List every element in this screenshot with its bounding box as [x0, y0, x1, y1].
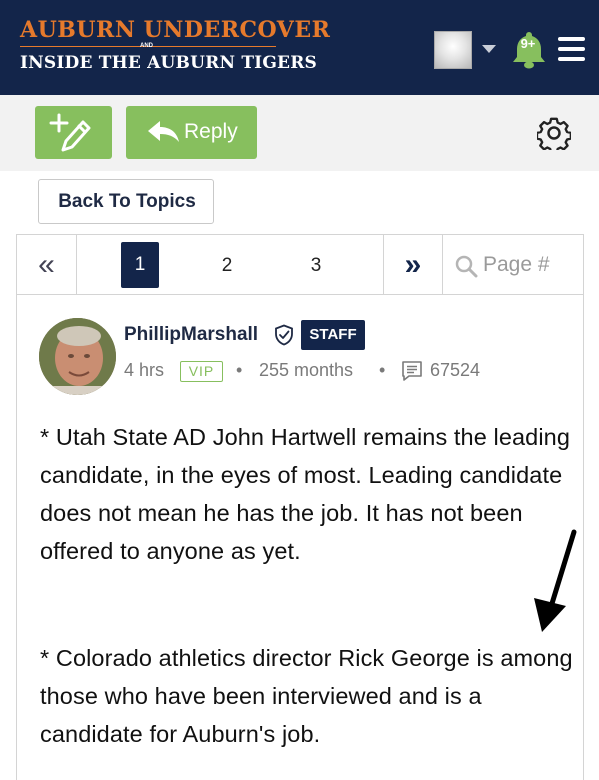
site-logo-and: AND	[140, 43, 153, 49]
meta-separator: •	[379, 360, 386, 380]
pager-divider	[442, 235, 443, 294]
notification-count: 9+	[520, 36, 536, 51]
search-icon	[455, 255, 478, 278]
annotation-arrow-icon	[534, 529, 577, 632]
post-count: 67524	[430, 360, 481, 380]
page-2-link[interactable]: 2	[207, 255, 247, 277]
site-logo-bottom[interactable]: INSIDE THE AUBURN TIGERS	[20, 53, 317, 73]
user-avatar[interactable]	[434, 31, 472, 69]
menu-icon[interactable]	[558, 37, 585, 61]
member-tenure: 255 months	[259, 360, 354, 380]
pagination: « 1 2 3 »	[16, 234, 584, 295]
page-1-current[interactable]: 1	[121, 242, 159, 288]
new-topic-button[interactable]	[35, 106, 112, 159]
post-time[interactable]: 4 hrs	[124, 360, 164, 381]
verified-shield-icon	[275, 324, 293, 346]
reply-icon	[148, 121, 179, 142]
post-count-icon	[402, 361, 422, 381]
meta-separator: •	[236, 360, 243, 380]
vip-badge: VIP	[180, 361, 223, 382]
first-page-button[interactable]: «	[17, 235, 76, 294]
author-photo-image	[39, 318, 116, 395]
page-number-input[interactable]	[483, 249, 578, 281]
gear-icon[interactable]	[537, 116, 571, 150]
last-page-button[interactable]: »	[384, 235, 442, 294]
chevron-down-icon[interactable]	[482, 45, 496, 53]
back-to-topics-button[interactable]: Back To Topics	[38, 179, 214, 224]
page-3-link[interactable]: 3	[296, 255, 336, 277]
site-logo-top[interactable]: AUBURN UNDERCOVER	[20, 17, 330, 43]
post-paragraph: * Utah State AD John Hartwell remains th…	[40, 424, 571, 564]
author-avatar[interactable]	[39, 318, 116, 395]
pager-divider	[76, 235, 77, 294]
site-header: AUBURN UNDERCOVER AND INSIDE THE AUBURN …	[0, 0, 599, 95]
back-to-topics-label: Back To Topics	[58, 191, 196, 212]
new-topic-icon	[49, 113, 91, 152]
staff-badge: STAFF	[301, 320, 365, 350]
author-name[interactable]: PhillipMarshall	[124, 324, 258, 346]
post-paragraph: * Colorado athletics director Rick Georg…	[40, 645, 573, 747]
reply-button[interactable]: Reply	[126, 106, 257, 159]
reply-label: Reply	[184, 120, 238, 143]
